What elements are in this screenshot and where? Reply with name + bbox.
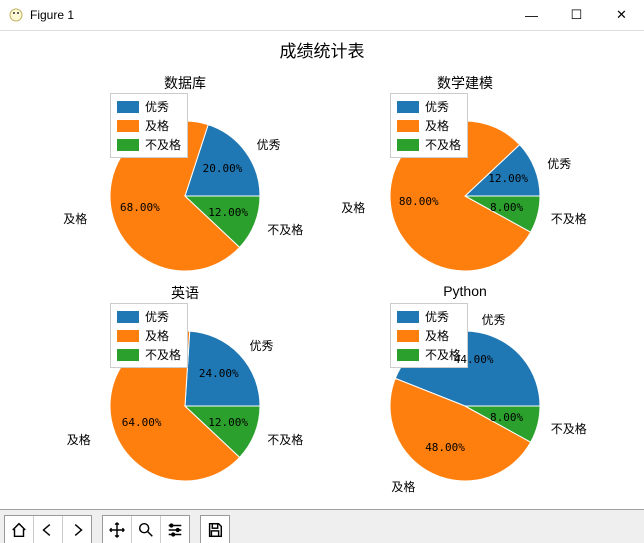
pie-pct-label: 24.00% bbox=[199, 367, 239, 380]
legend-item: 及格 bbox=[117, 327, 181, 344]
mpl-toolbar bbox=[0, 509, 644, 543]
legend-label: 及格 bbox=[145, 327, 169, 344]
toolbar-group-save bbox=[200, 515, 230, 543]
app-icon bbox=[8, 7, 24, 23]
legend-item: 优秀 bbox=[397, 308, 461, 325]
legend-item: 不及格 bbox=[397, 346, 461, 363]
legend-swatch bbox=[397, 139, 419, 151]
legend-item: 不及格 bbox=[397, 136, 461, 153]
maximize-button[interactable]: ☐ bbox=[554, 0, 599, 30]
legend-label: 优秀 bbox=[425, 308, 449, 325]
subplot-3: Python 优秀 及格 不及格 44.00%优秀48.00%及格8.00%不及… bbox=[340, 301, 590, 491]
pie-slice-label: 及格 bbox=[63, 210, 87, 227]
pie-slice-label: 优秀 bbox=[250, 337, 274, 354]
figure-suptitle: 成绩统计表 bbox=[0, 37, 644, 62]
toolbar-group-nav bbox=[4, 515, 92, 543]
legend: 优秀 及格 不及格 bbox=[110, 303, 188, 368]
pie-slice-label: 及格 bbox=[341, 199, 365, 216]
legend-label: 及格 bbox=[425, 327, 449, 344]
subplot-title: 数据库 bbox=[60, 73, 310, 93]
sliders-icon bbox=[166, 521, 184, 539]
pie-pct-label: 12.00% bbox=[488, 172, 528, 185]
pie-slice-label: 优秀 bbox=[547, 155, 571, 172]
subplot-title: 英语 bbox=[60, 283, 310, 303]
pie-slice-label: 不及格 bbox=[551, 420, 587, 437]
pie-pct-label: 12.00% bbox=[208, 416, 248, 429]
legend-swatch bbox=[117, 311, 139, 323]
pie-slice-label: 及格 bbox=[391, 478, 415, 495]
pie-pct-label: 8.00% bbox=[490, 201, 523, 214]
subplot-1: 数学建模 优秀 及格 不及格 12.00%优秀80.00%及格8.00%不及格 bbox=[340, 91, 590, 281]
legend-swatch bbox=[117, 349, 139, 361]
arrow-right-icon bbox=[68, 521, 86, 539]
legend: 优秀 及格 不及格 bbox=[110, 93, 188, 158]
arrow-left-icon bbox=[39, 521, 57, 539]
legend-item: 不及格 bbox=[117, 136, 181, 153]
legend-swatch bbox=[117, 101, 139, 113]
pie-pct-label: 8.00% bbox=[490, 411, 523, 424]
pie-slice-label: 优秀 bbox=[482, 311, 506, 328]
legend-swatch bbox=[397, 311, 419, 323]
legend-label: 优秀 bbox=[145, 308, 169, 325]
legend-item: 优秀 bbox=[117, 98, 181, 115]
window-controls: — ☐ ✕ bbox=[509, 0, 644, 30]
forward-button[interactable] bbox=[62, 516, 91, 543]
legend-item: 及格 bbox=[397, 117, 461, 134]
pie-slice-label: 优秀 bbox=[257, 136, 281, 153]
legend-item: 不及格 bbox=[117, 346, 181, 363]
pie-pct-label: 12.00% bbox=[208, 206, 248, 219]
save-button[interactable] bbox=[201, 516, 229, 543]
legend-label: 优秀 bbox=[425, 98, 449, 115]
figure-canvas: 成绩统计表 数据库 优秀 及格 不及格 20.00% 优秀 68.00% 及格 12.0… bbox=[0, 31, 644, 509]
pie-slice-label: 不及格 bbox=[551, 210, 587, 227]
pie-pct-label: 64.00% bbox=[122, 416, 162, 429]
legend-item: 及格 bbox=[117, 117, 181, 134]
legend-swatch bbox=[397, 349, 419, 361]
back-button[interactable] bbox=[33, 516, 62, 543]
pie-slice-label: 及格 bbox=[67, 431, 91, 448]
zoom-icon bbox=[137, 521, 155, 539]
legend-item: 优秀 bbox=[117, 308, 181, 325]
legend-item: 及格 bbox=[397, 327, 461, 344]
minimize-button[interactable]: — bbox=[509, 0, 554, 30]
legend-swatch bbox=[397, 330, 419, 342]
legend-label: 不及格 bbox=[145, 136, 181, 153]
legend-label: 及格 bbox=[425, 117, 449, 134]
pie-slice-label: 不及格 bbox=[267, 431, 303, 448]
window-title: Figure 1 bbox=[30, 8, 74, 22]
pie-slice-label: 不及格 bbox=[267, 221, 303, 238]
subplot-0: 数据库 优秀 及格 不及格 20.00%优秀68.00%及格12.00%不及格 bbox=[60, 91, 310, 281]
home-button[interactable] bbox=[5, 516, 33, 543]
save-icon bbox=[206, 521, 224, 539]
legend-item: 优秀 bbox=[397, 98, 461, 115]
legend-label: 及格 bbox=[145, 117, 169, 134]
close-button[interactable]: ✕ bbox=[599, 0, 644, 30]
legend-swatch bbox=[117, 120, 139, 132]
legend-label: 优秀 bbox=[145, 98, 169, 115]
titlebar: Figure 1 — ☐ ✕ bbox=[0, 0, 644, 31]
zoom-button[interactable] bbox=[131, 516, 160, 543]
legend-swatch bbox=[117, 139, 139, 151]
legend-swatch bbox=[397, 120, 419, 132]
subplot-2: 英语 优秀 及格 不及格 24.00%优秀64.00%及格12.00%不及格 bbox=[60, 301, 310, 491]
legend-label: 不及格 bbox=[145, 346, 181, 363]
toolbar-group-view bbox=[102, 515, 190, 543]
legend-label: 不及格 bbox=[425, 136, 461, 153]
subplot-title: Python bbox=[340, 283, 590, 299]
legend-swatch bbox=[397, 101, 419, 113]
subplot-title: 数学建模 bbox=[340, 73, 590, 93]
legend: 优秀 及格 不及格 bbox=[390, 93, 468, 158]
pie-pct-label: 20.00% bbox=[203, 162, 243, 175]
home-icon bbox=[10, 521, 28, 539]
legend-swatch bbox=[117, 330, 139, 342]
configure-button[interactable] bbox=[160, 516, 189, 543]
pie-pct-label: 48.00% bbox=[425, 441, 465, 454]
pie-pct-label: 68.00% bbox=[120, 201, 160, 214]
move-icon bbox=[108, 521, 126, 539]
pie-pct-label: 80.00% bbox=[399, 195, 439, 208]
pie-pct-label: 44.00% bbox=[454, 353, 494, 366]
pan-button[interactable] bbox=[103, 516, 131, 543]
